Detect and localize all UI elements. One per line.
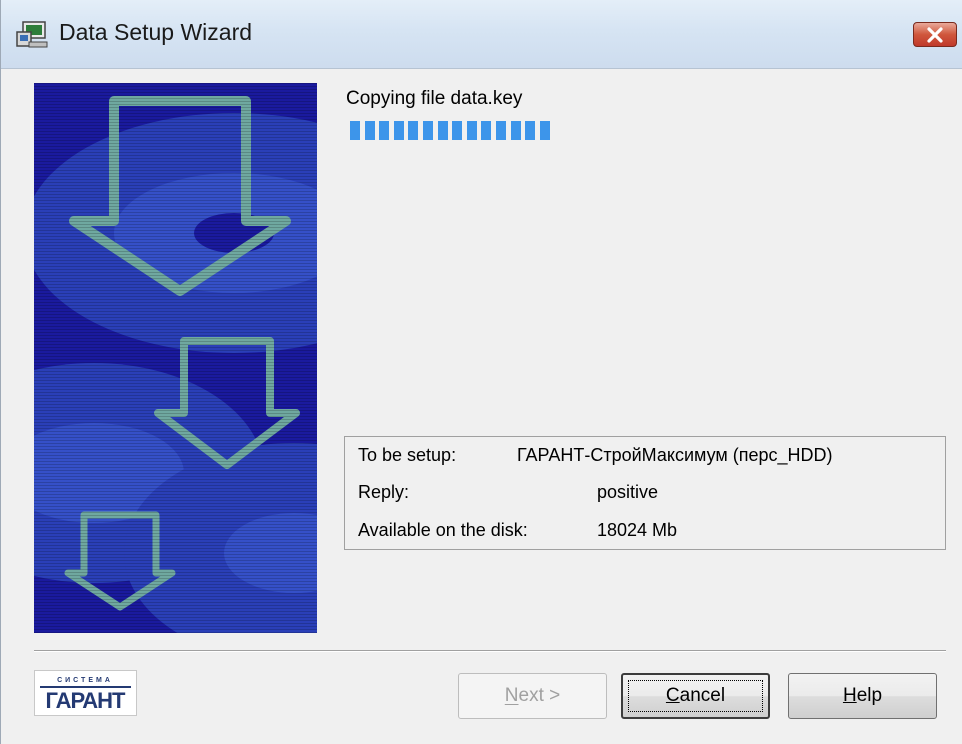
svg-text:СИСТЕМА: СИСТЕМА: [57, 677, 113, 684]
cancel-button[interactable]: Cancel: [621, 673, 770, 719]
cancel-button-label: Cancel: [665, 685, 726, 706]
info-label-to-be-setup: To be setup:: [358, 445, 457, 465]
progress-block: [437, 121, 448, 140]
info-value-reply: positive: [597, 482, 659, 502]
footer-divider: [34, 650, 946, 652]
info-label-available-disk: Available on the disk:: [358, 520, 528, 540]
status-label: Copying file data.key: [346, 88, 523, 109]
progress-block: [539, 121, 550, 140]
close-icon: [927, 27, 943, 43]
title-bar[interactable]: Data Setup Wizard: [1, 0, 962, 69]
setup-info-box: To be setup: ГАРАНТ-СтройМаксимум (перс_…: [344, 436, 946, 550]
progress-block: [364, 121, 375, 140]
wizard-window: Data Setup Wizard Copying file data.key …: [0, 0, 962, 744]
help-button[interactable]: Help: [788, 673, 937, 719]
progress-block: [525, 121, 536, 140]
close-button[interactable]: [913, 22, 957, 47]
info-value-available-disk: 18024 Mb: [597, 520, 678, 540]
progress-block: [452, 121, 463, 140]
progress-block: [393, 121, 404, 140]
svg-text:ГАРАНТ: ГАРАНТ: [46, 688, 126, 713]
help-button-label: Help: [842, 685, 883, 706]
window-title: Data Setup Wizard: [59, 19, 253, 45]
progress-block: [408, 121, 419, 140]
next-button[interactable]: Next >: [458, 673, 607, 719]
progress-block: [423, 121, 433, 140]
progress-block: [510, 121, 521, 140]
progress-block: [379, 121, 390, 140]
next-button-label: Next >: [504, 685, 561, 706]
wizard-side-image: [34, 83, 317, 633]
info-value-to-be-setup: ГАРАНТ-СтройМаксимум (перс_HDD): [517, 445, 833, 465]
setup-wizard-icon: [16, 21, 48, 48]
garant-logo: СИСТЕМА ГАРАНТ: [34, 670, 137, 716]
progress-block: [496, 121, 506, 140]
progress-block: [481, 121, 492, 140]
progress-block: [350, 121, 360, 140]
progress-block: [466, 121, 477, 140]
copy-progress-bar: [350, 121, 560, 141]
info-label-reply: Reply:: [358, 482, 410, 502]
